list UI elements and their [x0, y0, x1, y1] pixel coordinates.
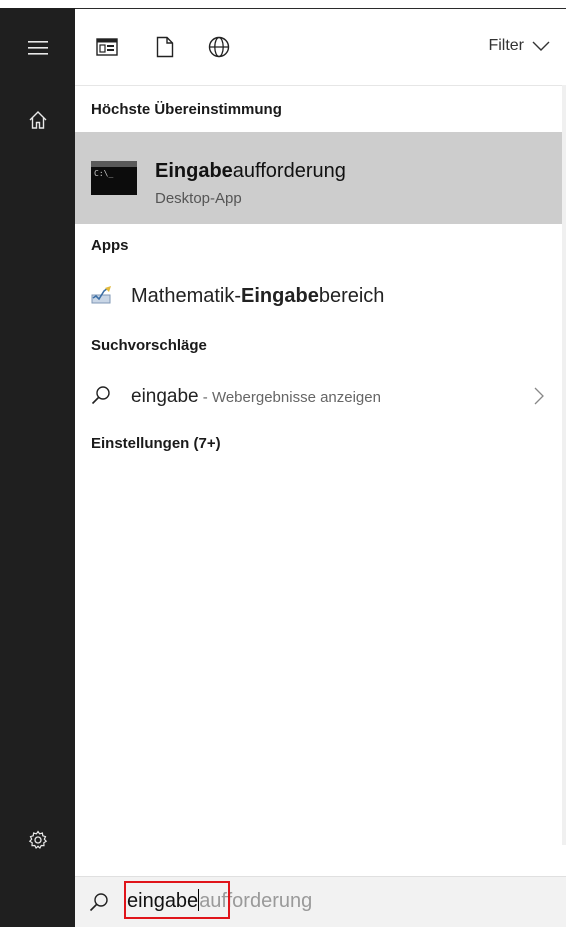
app-result-label: Mathematik-Eingabebereich [131, 285, 385, 307]
chevron-right-icon [534, 387, 544, 405]
apps-filter-icon [96, 38, 118, 56]
best-match-header: Höchste Übereinstimmung [91, 101, 282, 118]
search-bar[interactable]: eingabeaufforderung [75, 876, 566, 927]
document-icon [156, 36, 174, 58]
start-search-window: Filter Höchste Übereinstimmung C:\_ Eing… [0, 0, 566, 927]
gear-icon [28, 830, 47, 849]
settings-button[interactable] [0, 818, 75, 862]
search-icon [89, 893, 108, 912]
app-result-math-input[interactable]: Mathematik-Eingabebereich [75, 275, 566, 319]
globe-icon [208, 36, 230, 58]
window-top-strip [0, 0, 566, 8]
typed-text-highlight [124, 881, 230, 919]
filter-label: Filter [488, 37, 524, 54]
chevron-down-icon [532, 41, 550, 51]
hamburger-menu-button[interactable] [0, 26, 75, 70]
best-match-result[interactable]: C:\_ Eingabeaufforderung Desktop-App [75, 132, 566, 224]
left-rail [0, 8, 75, 927]
filter-dropdown[interactable]: Filter [488, 37, 550, 55]
web-suggestion-row[interactable]: eingabe - Webergebnisse anzeigen [75, 375, 566, 419]
settings-header[interactable]: Einstellungen (7+) [91, 435, 221, 452]
best-match-title: Eingabeaufforderung [155, 160, 346, 182]
documents-filter-button[interactable] [151, 33, 179, 61]
best-match-subtitle: Desktop-App [155, 190, 242, 207]
search-results-panel: Filter Höchste Übereinstimmung C:\_ Eing… [75, 9, 566, 927]
apps-filter-button[interactable] [93, 33, 121, 61]
web-filter-button[interactable] [205, 33, 233, 61]
home-button[interactable] [0, 98, 75, 142]
web-suggestion-text: eingabe - Webergebnisse anzeigen [131, 386, 381, 407]
math-input-panel-icon [91, 286, 111, 304]
hamburger-icon [27, 41, 48, 55]
command-prompt-icon: C:\_ [91, 161, 137, 195]
suggestions-header: Suchvorschläge [91, 337, 207, 354]
search-icon [91, 386, 110, 405]
apps-header: Apps [91, 237, 129, 254]
results-scrollbar[interactable] [562, 85, 566, 845]
home-icon [29, 111, 46, 129]
filter-toolbar: Filter [75, 9, 566, 86]
